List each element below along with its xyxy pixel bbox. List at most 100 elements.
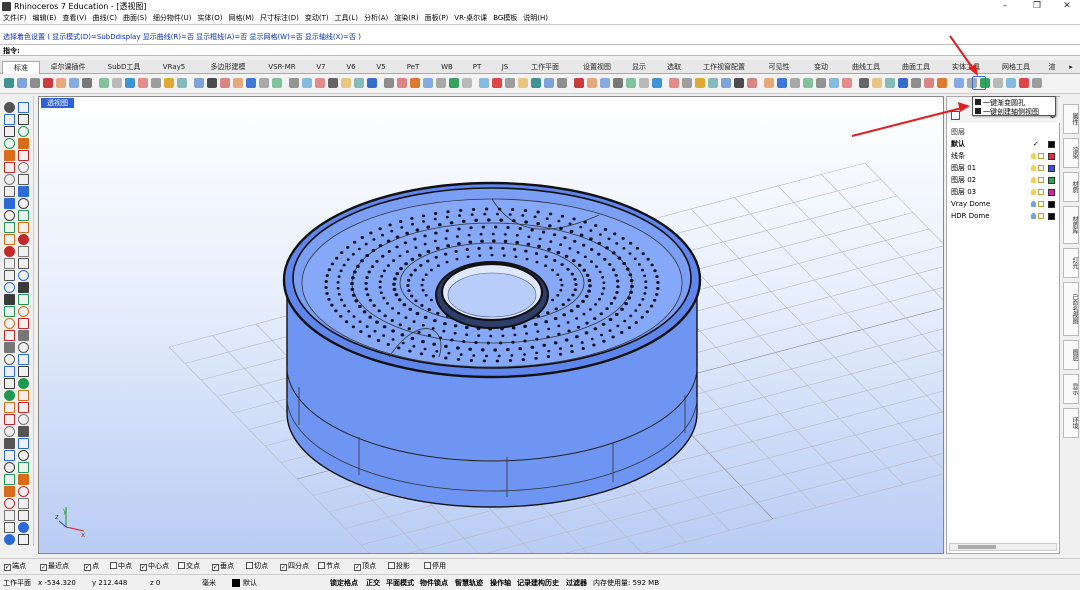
left-tool-icon[interactable] [4, 114, 15, 125]
menu-analyze[interactable]: 分析(A) [364, 12, 388, 24]
left-tool-icon[interactable] [4, 522, 15, 533]
toolbar-tool-icon[interactable] [341, 78, 351, 88]
left-tool-icon[interactable] [18, 198, 29, 209]
tab-set-view[interactable]: 设置视图 [572, 61, 622, 74]
status-grid-snap-button[interactable]: 锁定格点 [330, 578, 358, 588]
toolbar-tool-icon[interactable] [220, 78, 230, 88]
left-tool-icon[interactable] [4, 486, 15, 497]
toolbar-tool-icon[interactable] [462, 78, 472, 88]
status-gumball-button[interactable]: 操作轴 [490, 578, 511, 588]
layer-name[interactable]: 默认 [951, 140, 965, 148]
tab-js[interactable]: JS [492, 61, 518, 74]
toolbar-tool-icon[interactable] [177, 78, 187, 88]
left-tool-icon[interactable] [4, 438, 15, 449]
layer-name[interactable]: Vray Dome [951, 200, 990, 208]
left-tool-icon[interactable] [4, 306, 15, 317]
side-tab[interactable]: 已命名视图 [1063, 282, 1079, 336]
left-tool-icon[interactable] [4, 246, 15, 257]
left-tool-icon[interactable] [4, 330, 15, 341]
layer-color-swatch[interactable] [1048, 201, 1055, 208]
layer-visibility-bulb-icon[interactable] [1031, 189, 1036, 195]
tab-v6[interactable]: V6 [336, 61, 366, 74]
layer-row[interactable]: Vray Dome [947, 198, 1059, 210]
perspective-viewport[interactable]: 透视图 ▾ y x z [38, 96, 944, 554]
toolbar-tool-icon[interactable] [194, 78, 204, 88]
toolbar-tool-icon[interactable] [43, 78, 53, 88]
tab-v5[interactable]: V5 [366, 61, 396, 74]
toolbar-tool-icon[interactable] [708, 78, 718, 88]
left-tool-icon[interactable] [4, 318, 15, 329]
layer-row[interactable]: 图层 02 [947, 174, 1059, 186]
toolbar-tool-icon[interactable] [557, 78, 567, 88]
osnap-option[interactable]: ✓ 垂点 [212, 561, 234, 571]
viewport-title[interactable]: 透视图 [41, 98, 74, 108]
status-filter-button[interactable]: 过滤器 [566, 578, 587, 588]
layer-visibility-bulb-icon[interactable] [1031, 213, 1036, 219]
status-cplane[interactable]: 工作平面 [3, 578, 31, 588]
left-tool-icon[interactable] [4, 366, 15, 377]
toolbar-tool-icon[interactable] [328, 78, 338, 88]
side-tab[interactable]: 灯光 [1063, 248, 1079, 278]
tab-render[interactable]: 渲 [1042, 61, 1062, 74]
left-tool-icon[interactable] [18, 210, 29, 221]
minimize-icon[interactable]: – [990, 0, 1020, 12]
menu-bg-template[interactable]: BG模板 [493, 12, 517, 24]
osnap-option[interactable]: 节点 [318, 561, 340, 571]
left-tool-icon[interactable] [4, 222, 15, 233]
toolbar-tool-icon[interactable] [302, 78, 312, 88]
tab-display[interactable]: 显示 [624, 61, 654, 74]
left-tool-icon[interactable] [18, 186, 29, 197]
toolbar-tool-icon[interactable] [492, 78, 502, 88]
layer-name[interactable]: 线条 [951, 152, 965, 160]
left-tool-icon[interactable] [4, 150, 15, 161]
osnap-option[interactable]: ✓ 中心点 [140, 561, 169, 571]
left-tool-icon[interactable] [4, 534, 15, 545]
left-tool-icon[interactable] [18, 342, 29, 353]
layer-visibility-bulb-icon[interactable] [1031, 153, 1036, 159]
osnap-option[interactable]: ✓ 点 [84, 561, 99, 571]
left-tool-icon[interactable] [18, 258, 29, 269]
tab-visibility[interactable]: 可见性 [756, 61, 802, 74]
layer-row[interactable]: 线条 [947, 150, 1059, 162]
left-tool-icon[interactable] [4, 162, 15, 173]
toolbar-tool-icon[interactable] [384, 78, 394, 88]
tab-polygon-modeling[interactable]: 多边形建模 [198, 61, 258, 74]
layer-color-swatch[interactable] [1048, 213, 1055, 220]
left-tool-icon[interactable] [18, 534, 29, 545]
scrollbar-thumb[interactable] [958, 545, 996, 549]
left-tool-icon[interactable] [18, 402, 29, 413]
left-tool-icon[interactable] [4, 378, 15, 389]
left-tool-icon[interactable] [18, 114, 29, 125]
layer-color-swatch[interactable] [1048, 189, 1055, 196]
osnap-option[interactable]: 投影 [388, 561, 410, 571]
toolbar-tool-icon[interactable] [652, 78, 662, 88]
osnap-checkbox[interactable] [246, 562, 253, 569]
toolbar-tool-icon[interactable] [695, 78, 705, 88]
puck-model[interactable] [282, 181, 702, 508]
osnap-checkbox[interactable] [388, 562, 395, 569]
left-tool-icon[interactable] [4, 198, 15, 209]
menu-vr[interactable]: VR-桌尔课 [454, 12, 487, 24]
osnap-checkbox[interactable]: ✓ [40, 564, 47, 571]
toolbar-tool-icon[interactable] [721, 78, 731, 88]
left-tool-icon[interactable] [18, 222, 29, 233]
toolbar-tool-icon[interactable] [125, 78, 135, 88]
menu-file[interactable]: 文件(F) [3, 12, 27, 24]
menu-subd[interactable]: 细分物件(U) [153, 12, 192, 24]
left-tool-icon[interactable] [4, 342, 15, 353]
toolbar-tool-icon[interactable] [423, 78, 433, 88]
left-tool-icon[interactable] [4, 186, 15, 197]
left-tool-icon[interactable] [4, 402, 15, 413]
toolbar-tool-icon[interactable] [164, 78, 174, 88]
layer-name[interactable]: 图层 03 [951, 188, 976, 196]
left-tool-icon[interactable] [18, 126, 29, 137]
menu-render[interactable]: 渲染(R) [394, 12, 418, 24]
toolbar-tool-icon[interactable] [151, 78, 161, 88]
left-tool-icon[interactable] [4, 450, 15, 461]
left-tool-icon[interactable] [4, 294, 15, 305]
left-tool-icon[interactable] [18, 510, 29, 521]
left-tool-icon[interactable] [18, 426, 29, 437]
left-tool-icon[interactable] [4, 258, 15, 269]
toolbar-tool-icon[interactable] [816, 78, 826, 88]
toolbar-tool-icon[interactable] [587, 78, 597, 88]
